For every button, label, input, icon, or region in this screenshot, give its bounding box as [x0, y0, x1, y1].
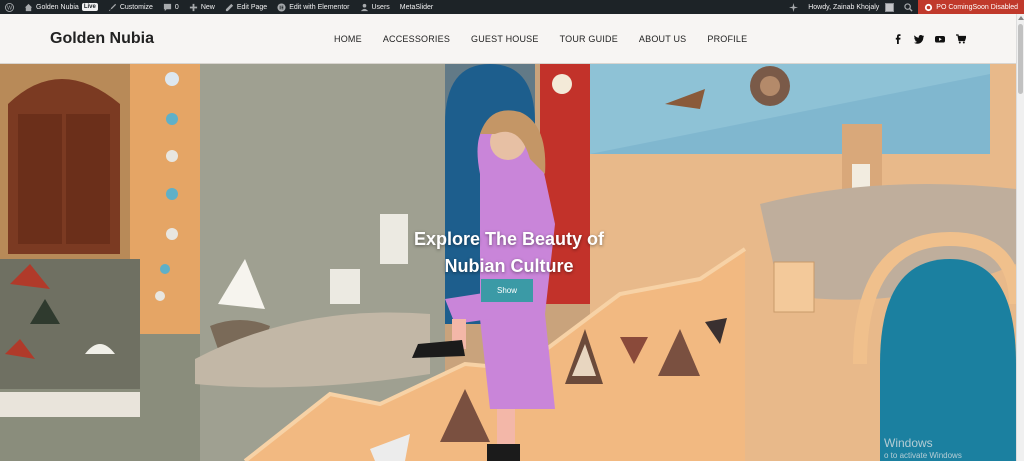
comments-button[interactable]: 0 — [158, 0, 184, 14]
hero-title-line2: Nubian Culture — [444, 256, 574, 276]
windows-activation-watermark: Windows o to activate Windows — [884, 436, 962, 460]
edit-page-label: Edit Page — [236, 3, 268, 11]
hero-title: Explore The Beauty of Nubian Culture — [396, 226, 622, 280]
nav-item-guest-house[interactable]: GUEST HOUSE — [471, 34, 539, 44]
show-button[interactable]: Show — [481, 279, 533, 302]
new-content-button[interactable]: New — [184, 0, 220, 14]
main-navigation: HOME ACCESSORIES GUEST HOUSE TOUR GUIDE … — [334, 34, 768, 44]
site-title[interactable]: Golden Nubia — [50, 30, 154, 48]
users-button[interactable]: Users — [355, 0, 395, 14]
brush-icon — [108, 3, 117, 12]
new-label: New — [200, 3, 215, 11]
users-label: Users — [371, 3, 390, 11]
nav-item-home[interactable]: HOME — [334, 34, 362, 44]
site-header: Golden Nubia HOME ACCESSORIES GUEST HOUS… — [0, 14, 1016, 64]
scroll-thumb[interactable] — [1018, 24, 1023, 94]
hero-title-line1: Explore The Beauty of — [413, 229, 605, 249]
watermark-subtitle: o to activate Windows — [884, 451, 962, 460]
site-name-menu[interactable]: Golden Nubia Live — [19, 0, 103, 14]
nav-item-profile[interactable]: PROFILE — [707, 34, 747, 44]
coming-soon-icon — [924, 3, 933, 12]
users-icon — [360, 3, 369, 12]
hero-banner: Explore The Beauty of Nubian Culture Sho… — [0, 64, 1016, 461]
watermark-title: Windows — [884, 436, 933, 450]
avatar — [885, 2, 895, 12]
wordpress-logo-button[interactable]: W — [0, 0, 19, 14]
scroll-up-arrow-icon[interactable] — [1018, 16, 1024, 20]
my-account-menu[interactable]: Howdy, Zainab Khojaly — [803, 0, 899, 14]
pencil-icon — [225, 3, 234, 12]
wordpress-icon: W — [5, 2, 14, 12]
metaslider-button[interactable]: MetaSlider — [395, 0, 438, 14]
facebook-icon[interactable] — [892, 33, 903, 44]
nav-item-accessories[interactable]: ACCESSORIES — [383, 34, 450, 44]
howdy-label: Howdy, Zainab Khojaly — [808, 3, 880, 11]
plus-icon — [189, 3, 198, 12]
elementor-icon — [277, 2, 286, 12]
social-links — [892, 33, 966, 44]
page-scrollbar[interactable] — [1016, 14, 1024, 461]
site-name-label: Golden Nubia — [36, 3, 79, 11]
nav-item-tour-guide[interactable]: TOUR GUIDE — [560, 34, 618, 44]
wp-admin-bar: W Golden Nubia Live Customize 0 New Edit… — [0, 0, 1024, 14]
twitter-icon[interactable] — [913, 33, 924, 44]
ai-assistant-button[interactable] — [784, 0, 803, 14]
customize-button[interactable]: Customize — [103, 0, 158, 14]
comment-icon — [163, 3, 172, 12]
edit-page-button[interactable]: Edit Page — [220, 0, 272, 14]
coming-soon-status-button[interactable]: PO ComingSoon Disabled — [918, 0, 1024, 14]
youtube-icon[interactable] — [934, 33, 945, 44]
metaslider-label: MetaSlider — [399, 3, 434, 11]
comments-count: 0 — [174, 3, 179, 11]
cart-icon[interactable] — [955, 33, 966, 44]
sparkle-icon — [789, 2, 799, 12]
nav-item-about-us[interactable]: ABOUT US — [639, 34, 686, 44]
coming-soon-label: PO ComingSoon Disabled — [936, 3, 1018, 11]
search-icon — [904, 2, 913, 12]
home-icon — [24, 3, 33, 12]
admin-search-button[interactable] — [899, 0, 918, 14]
live-badge: Live — [81, 3, 98, 11]
edit-elementor-label: Edit with Elementor — [289, 3, 350, 11]
edit-elementor-button[interactable]: Edit with Elementor — [272, 0, 354, 14]
customize-label: Customize — [119, 3, 153, 11]
